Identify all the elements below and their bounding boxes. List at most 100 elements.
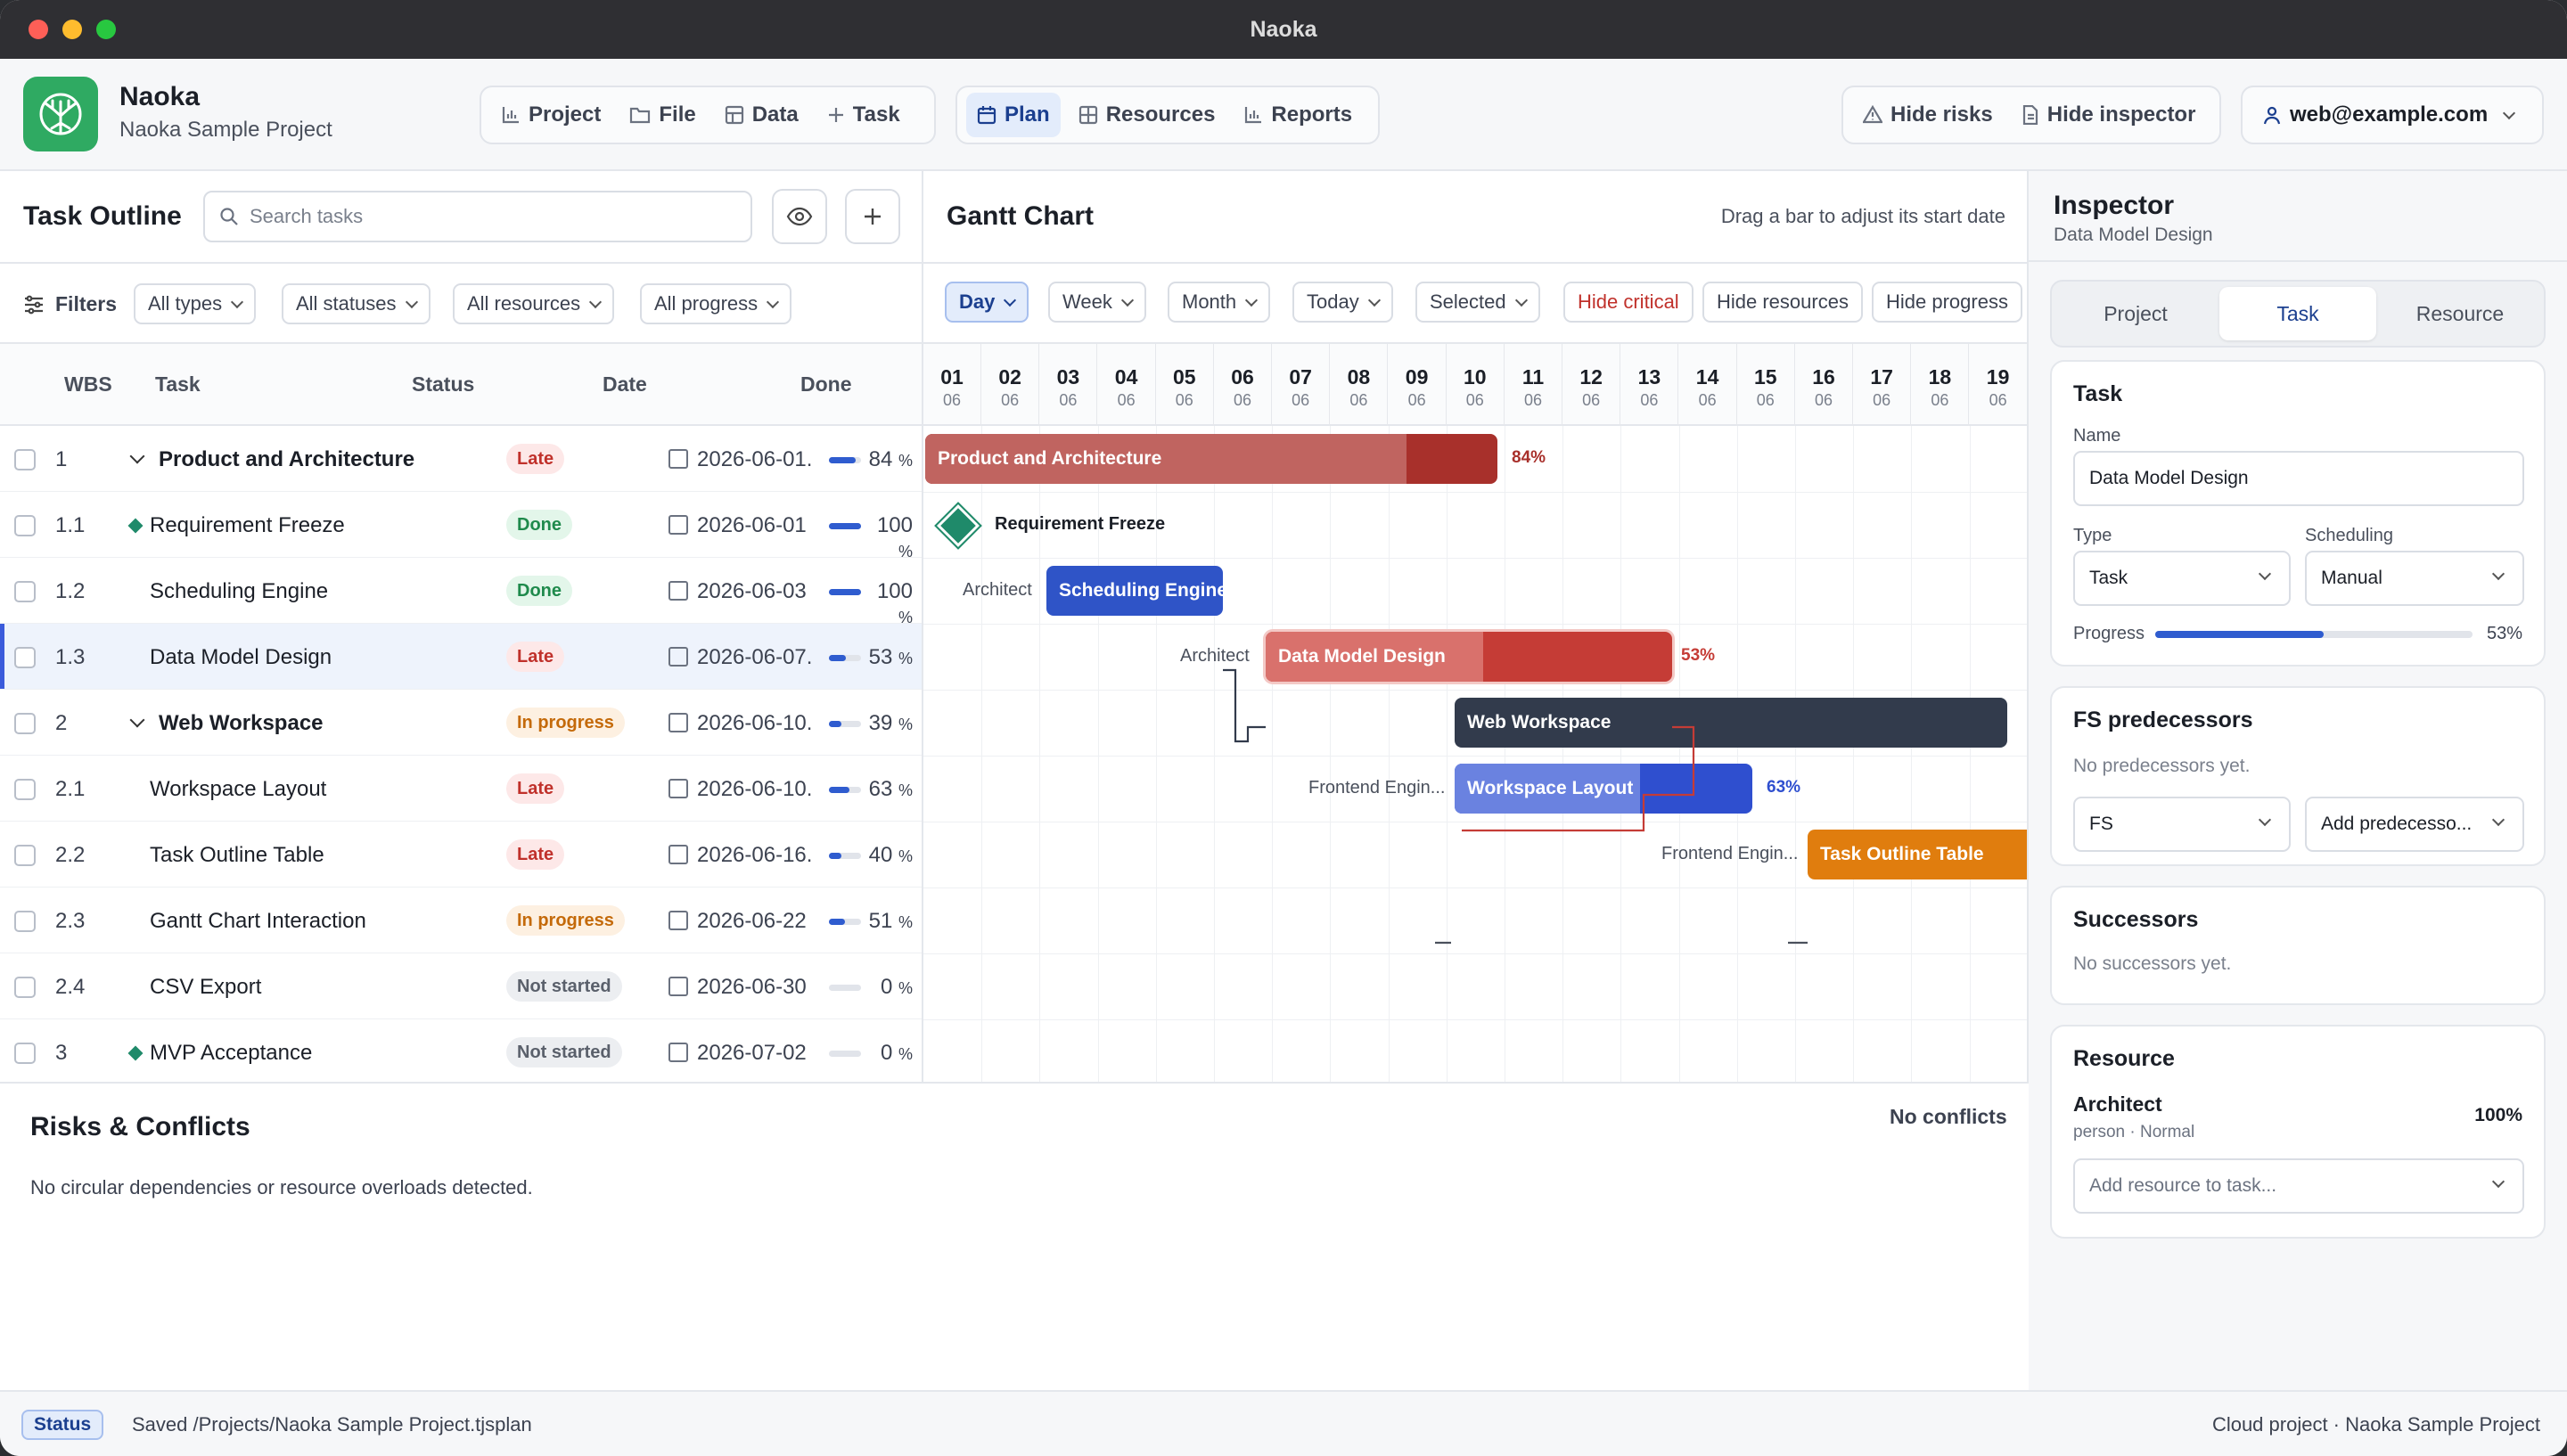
data-menu-button[interactable]: Data (714, 93, 809, 137)
day-month: 06 (1989, 391, 2007, 409)
column-task[interactable]: Task (155, 372, 201, 397)
chevron-down-icon[interactable] (129, 448, 145, 464)
hide-risks-button[interactable]: Hide risks (1852, 93, 2004, 137)
calendar-icon (977, 105, 996, 125)
file-menu-button[interactable]: File (619, 93, 706, 137)
row-checkbox[interactable] (14, 977, 36, 998)
task-menu-button[interactable]: Task (816, 93, 911, 137)
search-input[interactable]: Search tasks (203, 191, 752, 242)
day-scale-label: Day (959, 290, 996, 313)
gantt-bar[interactable]: Scheduling Engine (1046, 566, 1223, 616)
eye-icon (786, 207, 813, 226)
gantt-bar[interactable]: Data Model Design (1266, 632, 1672, 682)
row-checkbox[interactable] (14, 515, 36, 536)
tab-resource[interactable]: Resource (2382, 287, 2538, 340)
task-type-select[interactable]: Task (2073, 551, 2291, 606)
table-row[interactable]: 1.3 Data Model Design Late 2026-06-07. 53 % (0, 624, 922, 690)
add-resource-select[interactable]: Add resource to task... (2073, 1158, 2524, 1214)
scheduling-select[interactable]: Manual (2305, 551, 2524, 606)
user-menu-button[interactable]: web@example.com (2241, 86, 2544, 144)
gantt-bar[interactable]: Web Workspace (1455, 698, 2007, 748)
progress-filter-dropdown[interactable]: All progress (640, 283, 792, 324)
row-date: 2026-07-02 (697, 1041, 807, 1065)
table-row[interactable]: 2.4 CSV Export Not started 2026-06-30 0 % (0, 953, 922, 1019)
add-predecessor-select[interactable]: Add predecesso... (2305, 797, 2524, 852)
tab-project[interactable]: Project (2057, 287, 2214, 340)
add-task-button[interactable] (845, 189, 900, 244)
toggle-visibility-button[interactable] (772, 189, 827, 244)
today-button[interactable]: Today (1292, 282, 1393, 323)
grid-line (923, 492, 2027, 493)
table-row[interactable]: 2.1 Workspace Layout Late 2026-06-10. 63 % (0, 756, 922, 822)
row-date: 2026-06-16. (697, 843, 813, 867)
month-scale-button[interactable]: Month (1168, 282, 1271, 323)
grid-line (1562, 426, 1564, 1082)
table-row[interactable]: 1.1 Requirement Freeze Done 2026-06-01 100 % (0, 492, 922, 560)
inspector-subtitle: Data Model Design (2054, 225, 2213, 245)
day-number: 06 (1231, 365, 1254, 389)
column-wbs[interactable]: WBS (64, 372, 112, 397)
row-checkbox[interactable] (14, 779, 36, 800)
day-column-header: 01 06 (923, 344, 981, 426)
day-month: 06 (1582, 391, 1601, 409)
hide-inspector-label: Hide inspector (2046, 102, 2196, 127)
row-done: 100 % (866, 579, 913, 629)
row-task-name: Workspace Layout (150, 777, 327, 801)
row-progress-bar (829, 655, 861, 661)
row-done-value: 84 (868, 447, 893, 471)
chevron-down-icon (1514, 293, 1528, 307)
plan-view-tab[interactable]: Plan (966, 93, 1061, 137)
tab-task[interactable]: Task (2219, 287, 2376, 340)
row-checkbox[interactable] (14, 647, 36, 668)
table-row[interactable]: 1 Product and Architecture Late 2026-06-01.… (0, 426, 922, 492)
resources-view-tab[interactable]: Resources (1068, 93, 1226, 137)
row-done-symbol: % (898, 781, 913, 799)
gantt-bar[interactable]: Product and Architecture (925, 434, 1497, 484)
row-checkbox[interactable] (14, 449, 36, 470)
selected-button[interactable]: Selected (1415, 282, 1540, 323)
milestone-marker[interactable] (934, 502, 982, 550)
inspector-tabs: Project Task Resource (2050, 280, 2546, 348)
task-name-field[interactable]: Data Model Design (2073, 451, 2524, 506)
gantt-bar[interactable]: Workspace Layout (1455, 764, 1752, 814)
status-message: Saved /Projects/Naoka Sample Project.tjs… (132, 1413, 532, 1436)
calendar-icon (668, 845, 688, 864)
hide-resources-button[interactable]: Hide resources (1702, 282, 1863, 323)
dependency-type-select[interactable]: FS (2073, 797, 2291, 852)
grid-line (1911, 426, 1913, 1082)
row-checkbox[interactable] (14, 713, 36, 734)
gantt-bar[interactable]: Task Outline Table (1808, 830, 2027, 879)
column-status[interactable]: Status (412, 372, 474, 397)
folder-icon (629, 105, 651, 125)
progress-label: Progress (2073, 624, 2145, 643)
chevron-down-icon[interactable] (129, 712, 145, 728)
reports-view-tab[interactable]: Reports (1233, 93, 1363, 137)
column-done[interactable]: Done (800, 372, 852, 397)
hide-critical-button[interactable]: Hide critical (1563, 282, 1694, 323)
type-filter-dropdown[interactable]: All types (134, 283, 257, 324)
column-date[interactable]: Date (603, 372, 647, 397)
gantt-resource-label: Architect (1180, 646, 1250, 666)
status-filter-dropdown[interactable]: All statuses (282, 283, 431, 324)
resource-filter-dropdown[interactable]: All resources (453, 283, 615, 324)
row-done-symbol: % (898, 716, 913, 733)
day-number: 02 (998, 365, 1021, 389)
row-checkbox[interactable] (14, 911, 36, 932)
project-menu-button[interactable]: Project (490, 93, 611, 137)
progress-slider[interactable] (2155, 631, 2473, 638)
day-number: 07 (1289, 365, 1312, 389)
grid-line (1330, 426, 1332, 1082)
hide-inspector-button[interactable]: Hide inspector (2011, 93, 2207, 137)
table-row[interactable]: 1.2 Scheduling Engine Done 2026-06-03 100 % (0, 558, 922, 626)
gantt-resource-label: Frontend Engin... (1308, 778, 1446, 798)
day-scale-button[interactable]: Day (945, 282, 1029, 323)
table-row[interactable]: 2 Web Workspace In progress 2026-06-10. 39 % (0, 690, 922, 756)
hide-progress-button[interactable]: Hide progress (1872, 282, 2022, 323)
row-checkbox[interactable] (14, 581, 36, 602)
week-scale-button[interactable]: Week (1048, 282, 1146, 323)
table-row[interactable]: 2.2 Task Outline Table Late 2026-06-16. 40 % (0, 822, 922, 888)
table-row[interactable]: 2.3 Gantt Chart Interaction In progress 202… (0, 888, 922, 953)
table-row[interactable]: 3 MVP Acceptance Not started 2026-07-02 0 % (0, 1019, 922, 1085)
row-checkbox[interactable] (14, 1043, 36, 1064)
row-checkbox[interactable] (14, 845, 36, 866)
